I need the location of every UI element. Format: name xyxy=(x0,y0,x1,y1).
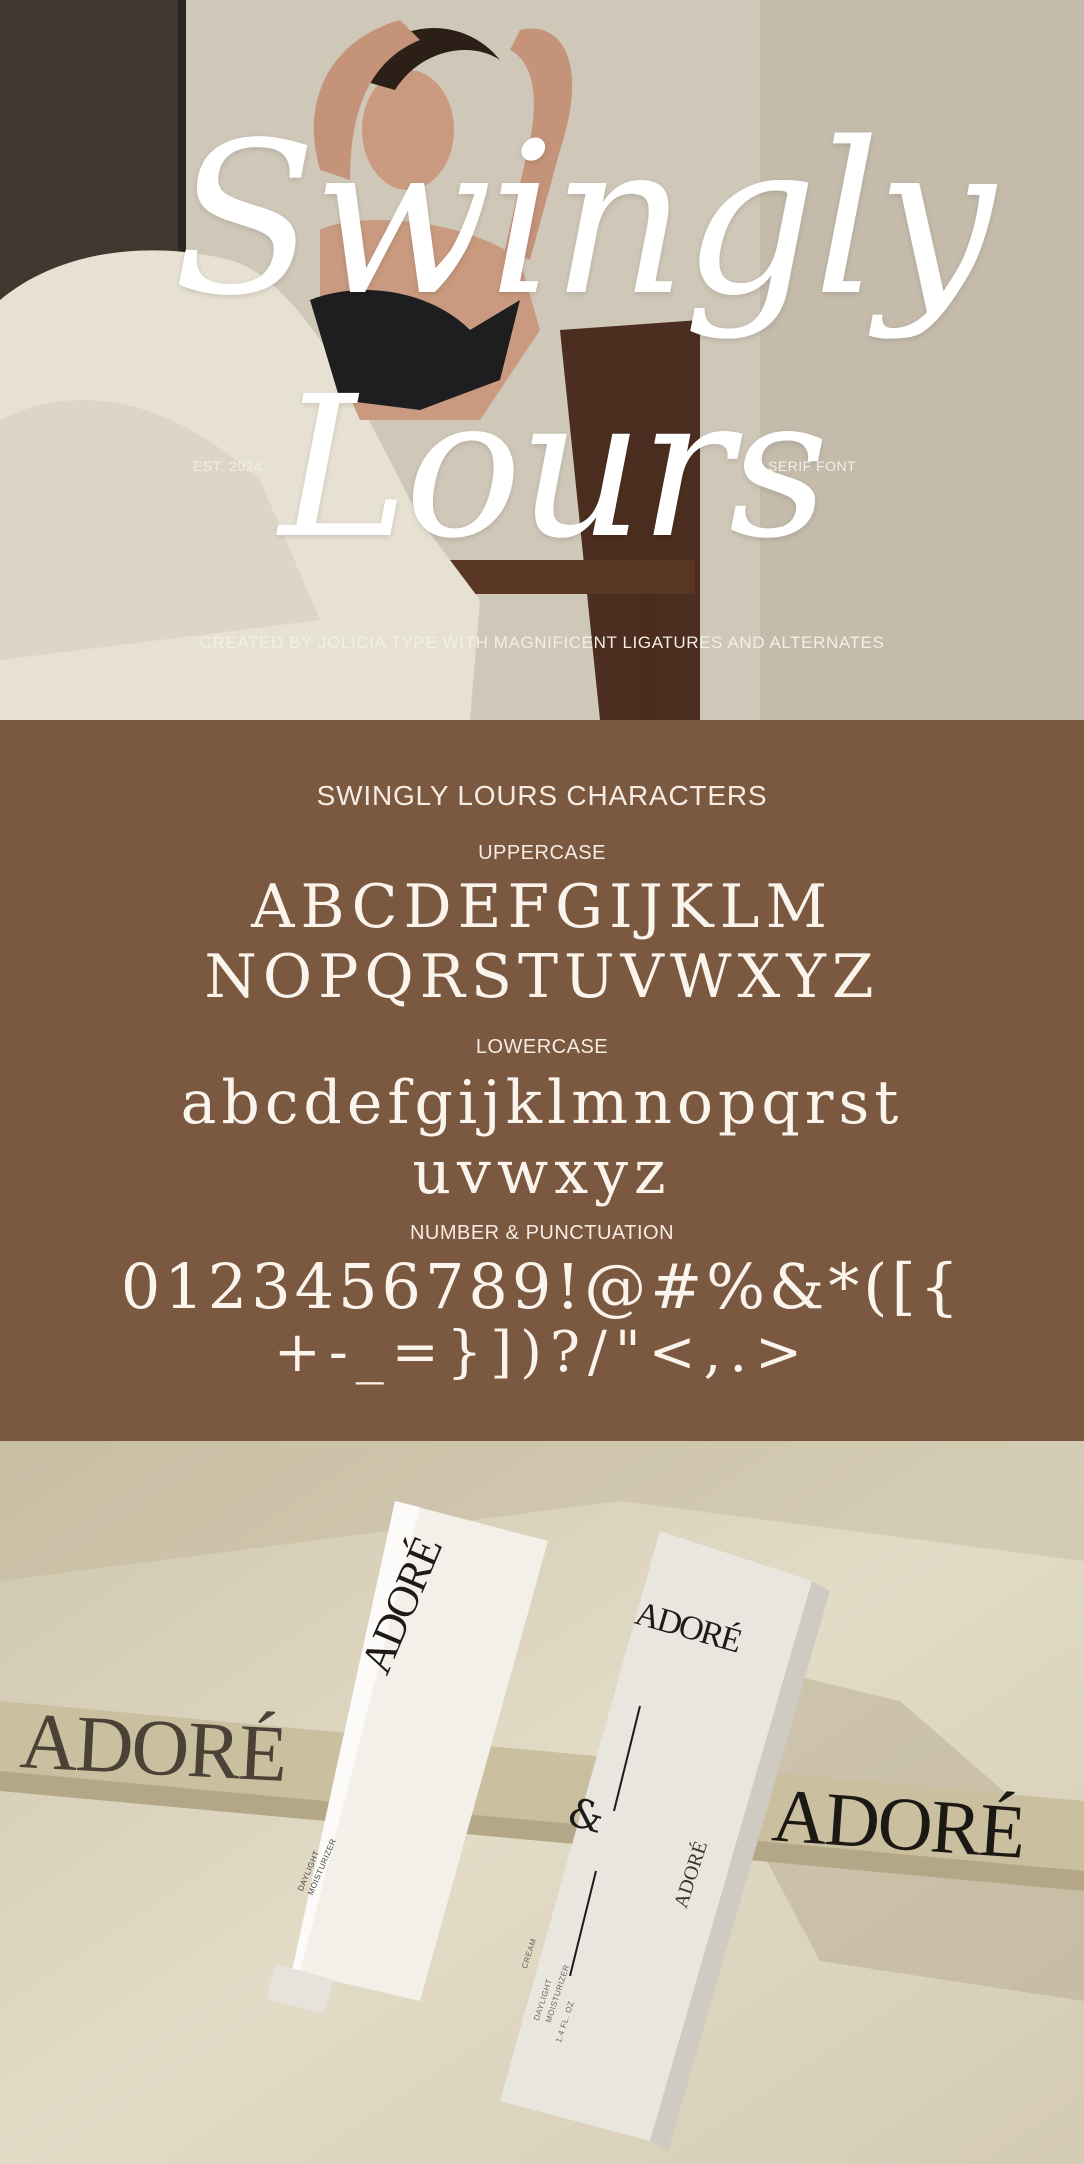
uppercase-label: UPPERCASE xyxy=(478,842,606,864)
font-showcase-page: Swingly Lours EST. 2024 SERIF FONT CREAT… xyxy=(0,0,1084,2164)
brand-logo-ledge-right: ADORÉ xyxy=(769,1773,1027,1875)
credit-text: CREATED BY JOLICIA TYPE WITH MAGNIFICENT… xyxy=(199,633,885,652)
numbers-label: NUMBER & PUNCTUATION xyxy=(409,1222,675,1244)
font-category-label: SERIF FONT xyxy=(768,458,857,474)
hero-title-line1: Swingly xyxy=(172,97,995,342)
uppercase-glyphs-line1: ABCDEFGIJKLM xyxy=(251,872,833,942)
characters-section: SWINGLY LOURS CHARACTERS UPPERCASE ABCDE… xyxy=(0,720,1084,1441)
est-label: EST. 2024 xyxy=(193,458,263,474)
lowercase-glyphs-line2: uvwxyz xyxy=(412,1138,672,1208)
numbers-glyphs-line2: +-_=}])?/"<,.> xyxy=(273,1320,811,1385)
lowercase-glyphs-line1: abcdefgijklmnopqrst xyxy=(180,1068,904,1138)
lowercase-label: LOWERCASE xyxy=(475,1036,609,1058)
uppercase-glyphs-line2: NOPQRSTUVWXYZ xyxy=(204,942,880,1012)
characters-heading: SWINGLY LOURS CHARACTERS xyxy=(316,780,768,811)
brand-logo-ledge-left: ADORÉ xyxy=(17,1697,288,1799)
hero-title-line2: Lours xyxy=(279,354,829,581)
hero-section: Swingly Lours EST. 2024 SERIF FONT CREAT… xyxy=(0,0,1084,720)
numbers-glyphs-line1: 0123456789!@#%&*([{ xyxy=(120,1250,964,1323)
product-mockup-section: ADORÉ ADORÉ ADORÉ ADORÉ ADORÉ & CREAM DA… xyxy=(0,1441,1084,2164)
